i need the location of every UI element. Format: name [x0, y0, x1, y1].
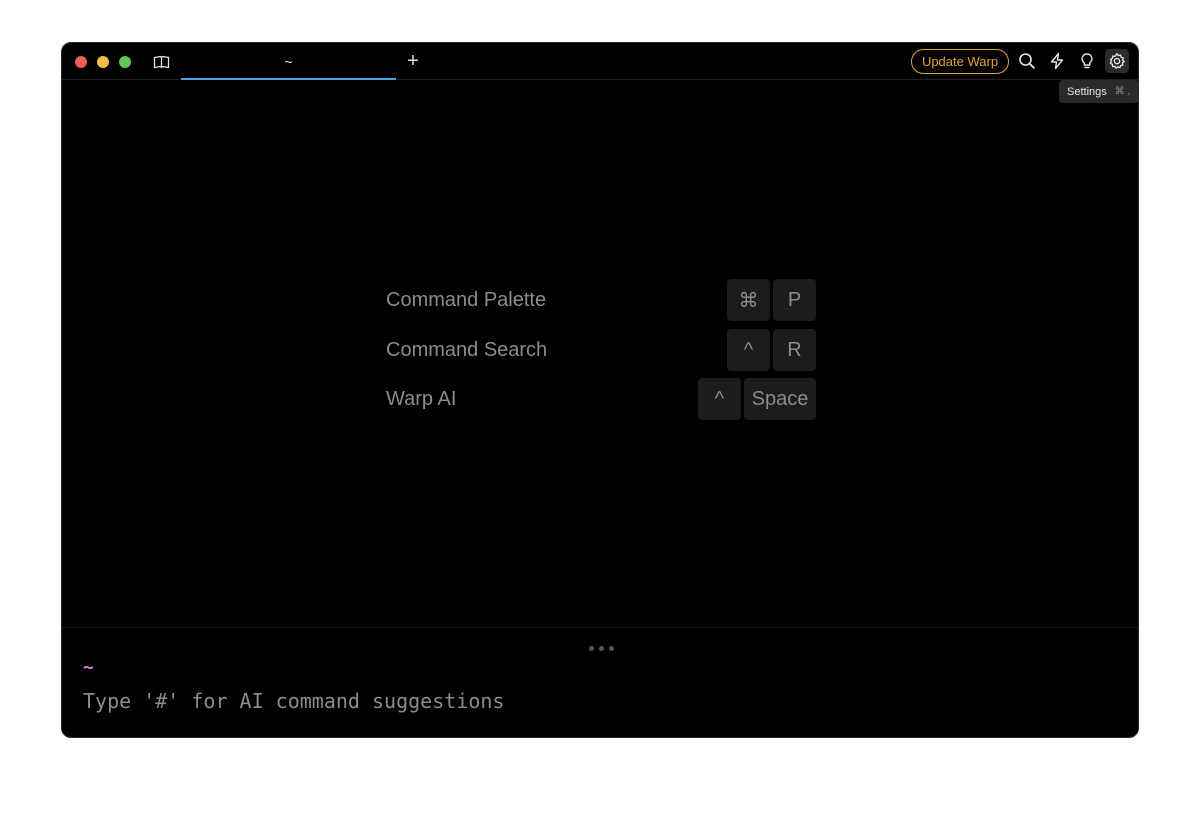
tab-home[interactable]: ~	[181, 43, 396, 80]
input-divider	[62, 627, 1138, 628]
settings-button[interactable]	[1105, 49, 1129, 73]
bolt-icon	[1050, 52, 1064, 70]
key-cmd: ⌘	[727, 279, 770, 321]
close-window-button[interactable]	[75, 56, 87, 68]
key-p: P	[773, 279, 816, 321]
shortcut-label: Warp AI	[386, 388, 457, 410]
key-space: Space	[744, 378, 816, 420]
shortcut-label: Command Search	[386, 339, 548, 361]
panel-icon[interactable]	[152, 53, 170, 71]
key-ctrl: ^	[698, 378, 741, 420]
prompt-directory: ~	[83, 657, 94, 678]
search-icon	[1019, 53, 1035, 69]
command-input[interactable]: Type '#' for AI command suggestions	[83, 689, 504, 713]
shortcut-command-palette: Command Palette ⌘ P	[386, 279, 816, 321]
gear-icon	[1109, 53, 1125, 69]
key-ctrl: ^	[727, 329, 770, 371]
title-bar: ~ + Update Warp	[62, 43, 1138, 80]
active-tab-indicator	[181, 78, 396, 80]
shortcut-command-search: Command Search ^ R	[386, 329, 816, 371]
zoom-window-button[interactable]	[119, 56, 131, 68]
workflows-button[interactable]	[1045, 49, 1069, 73]
warp-ai-button[interactable]	[1075, 49, 1099, 73]
minimize-window-button[interactable]	[97, 56, 109, 68]
shortcut-warp-ai: Warp AI ^ Space	[386, 378, 816, 420]
resize-handle[interactable]	[586, 646, 616, 654]
settings-tooltip: Settings ⌘ ,	[1059, 80, 1138, 103]
key-r: R	[773, 329, 816, 371]
tab-title: ~	[284, 53, 293, 70]
new-tab-button[interactable]: +	[403, 51, 423, 71]
shortcut-label: Command Palette	[386, 289, 547, 311]
warp-window: ~ + Update Warp Settings ⌘ , Command Pal…	[61, 42, 1139, 738]
update-warp-button[interactable]: Update Warp	[911, 49, 1009, 74]
tooltip-shortcut: ⌘ ,	[1114, 86, 1131, 97]
lightbulb-icon	[1081, 53, 1093, 69]
search-button[interactable]	[1015, 49, 1039, 73]
tooltip-label: Settings	[1067, 85, 1107, 98]
